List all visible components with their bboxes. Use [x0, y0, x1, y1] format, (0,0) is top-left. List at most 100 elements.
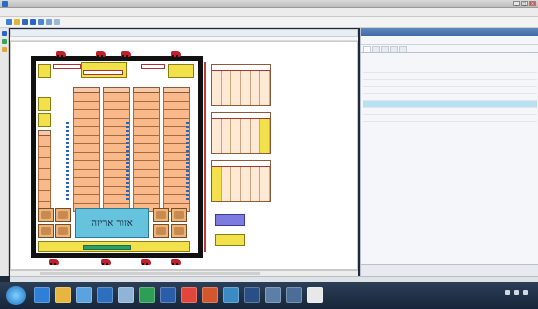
rack-cell[interactable] — [38, 180, 51, 191]
close-button[interactable]: × — [529, 1, 536, 6]
rack-cell[interactable] — [163, 101, 190, 110]
rack-column[interactable] — [73, 87, 100, 212]
photos-icon[interactable] — [223, 287, 239, 303]
undo-icon[interactable] — [46, 19, 52, 25]
panel-tab[interactable] — [372, 46, 380, 52]
select-tool-icon[interactable] — [2, 31, 7, 36]
rack-cell[interactable] — [73, 161, 100, 170]
rack-cell[interactable] — [133, 152, 160, 161]
rack-cell[interactable] — [133, 118, 160, 127]
top-right-dock[interactable] — [168, 64, 194, 78]
media-icon[interactable] — [76, 287, 92, 303]
app-icon[interactable] — [2, 1, 8, 7]
package-box — [171, 224, 187, 238]
property-row[interactable] — [363, 101, 537, 108]
rack-cell[interactable] — [38, 147, 51, 158]
rack-cell[interactable] — [73, 178, 100, 187]
property-row[interactable] — [363, 115, 537, 122]
rack-cell[interactable] — [103, 93, 130, 102]
maximize-button[interactable]: □ — [521, 1, 528, 6]
rack-cell[interactable] — [73, 118, 100, 127]
redo-icon[interactable] — [54, 19, 60, 25]
volume-icon[interactable] — [523, 290, 528, 295]
rack-cell[interactable] — [103, 110, 130, 119]
save-icon[interactable] — [22, 19, 28, 25]
app-icon[interactable] — [286, 287, 302, 303]
app-icon[interactable] — [244, 287, 260, 303]
property-row[interactable] — [363, 73, 537, 80]
rack-cell[interactable] — [133, 144, 160, 153]
word-icon[interactable] — [160, 287, 176, 303]
search-icon[interactable] — [118, 287, 134, 303]
rack-cell[interactable] — [133, 169, 160, 178]
rack-cell[interactable] — [38, 158, 51, 169]
folder-icon[interactable] — [55, 287, 71, 303]
rack-cell[interactable] — [133, 186, 160, 195]
start-button[interactable] — [6, 286, 26, 305]
rack-cell[interactable] — [73, 110, 100, 119]
property-row[interactable] — [363, 80, 537, 87]
purple-zone[interactable] — [215, 214, 245, 226]
packing-area[interactable]: אזור אריזה — [75, 208, 149, 238]
rack-cell[interactable] — [73, 152, 100, 161]
scroll-thumb[interactable] — [40, 272, 260, 275]
new-icon[interactable] — [6, 19, 12, 25]
drawing-canvas[interactable]: אזור אריזה — [10, 41, 358, 270]
rack-column[interactable] — [133, 87, 160, 212]
ie-icon[interactable] — [34, 287, 50, 303]
rect-tool-icon[interactable] — [2, 39, 7, 44]
rack-cell[interactable] — [73, 135, 100, 144]
rack-cell[interactable] — [73, 169, 100, 178]
rack-cell[interactable] — [73, 186, 100, 195]
app-icon[interactable] — [265, 287, 281, 303]
rack-cell[interactable] — [163, 110, 190, 119]
network-icon[interactable] — [514, 290, 519, 295]
app-icon[interactable] — [307, 287, 323, 303]
rack-cell[interactable] — [133, 161, 160, 170]
rack-cell[interactable] — [163, 93, 190, 102]
rack-cell[interactable] — [133, 93, 160, 102]
rack-column[interactable] — [38, 130, 51, 213]
property-row[interactable] — [363, 87, 537, 94]
chrome-icon[interactable] — [181, 287, 197, 303]
side-rack-3[interactable] — [211, 160, 271, 202]
property-row[interactable] — [363, 66, 537, 73]
panel-tab[interactable] — [363, 46, 371, 52]
rack-cell[interactable] — [38, 136, 51, 147]
rack-cell[interactable] — [38, 169, 51, 180]
rack-cell[interactable] — [133, 135, 160, 144]
panel-tab[interactable] — [390, 46, 398, 52]
side-rack-2[interactable] — [211, 112, 271, 154]
rack-cell[interactable] — [133, 110, 160, 119]
rack-cell[interactable] — [38, 191, 51, 202]
left-staging-2[interactable] — [38, 113, 51, 127]
side-rack-1[interactable] — [211, 64, 271, 106]
top-left-dock[interactable] — [38, 64, 51, 78]
pencil-icon[interactable] — [30, 19, 36, 25]
rack-cell[interactable] — [103, 101, 130, 110]
minimize-button[interactable]: _ — [513, 1, 520, 6]
property-row[interactable] — [363, 108, 537, 115]
powerpoint-icon[interactable] — [202, 287, 218, 303]
rack-cell[interactable] — [133, 101, 160, 110]
rack-cell[interactable] — [73, 195, 100, 204]
property-row[interactable] — [363, 94, 537, 101]
rack-cell[interactable] — [133, 195, 160, 204]
rack-cell[interactable] — [73, 93, 100, 102]
rack-cell[interactable] — [73, 144, 100, 153]
open-icon[interactable] — [14, 19, 20, 25]
document-tab[interactable] — [10, 29, 358, 37]
panel-tab[interactable] — [399, 46, 407, 52]
rack-cell[interactable] — [133, 127, 160, 136]
excel-icon[interactable] — [139, 287, 155, 303]
left-staging-1[interactable] — [38, 97, 51, 111]
text-tool-icon[interactable] — [2, 47, 7, 52]
rack-cell[interactable] — [73, 127, 100, 136]
yellow-zone[interactable] — [215, 234, 245, 246]
outlook-icon[interactable] — [97, 287, 113, 303]
panel-tab[interactable] — [381, 46, 389, 52]
rack-cell[interactable] — [73, 101, 100, 110]
pen-icon[interactable] — [38, 19, 44, 25]
flag-icon[interactable] — [505, 290, 510, 295]
rack-cell[interactable] — [133, 178, 160, 187]
